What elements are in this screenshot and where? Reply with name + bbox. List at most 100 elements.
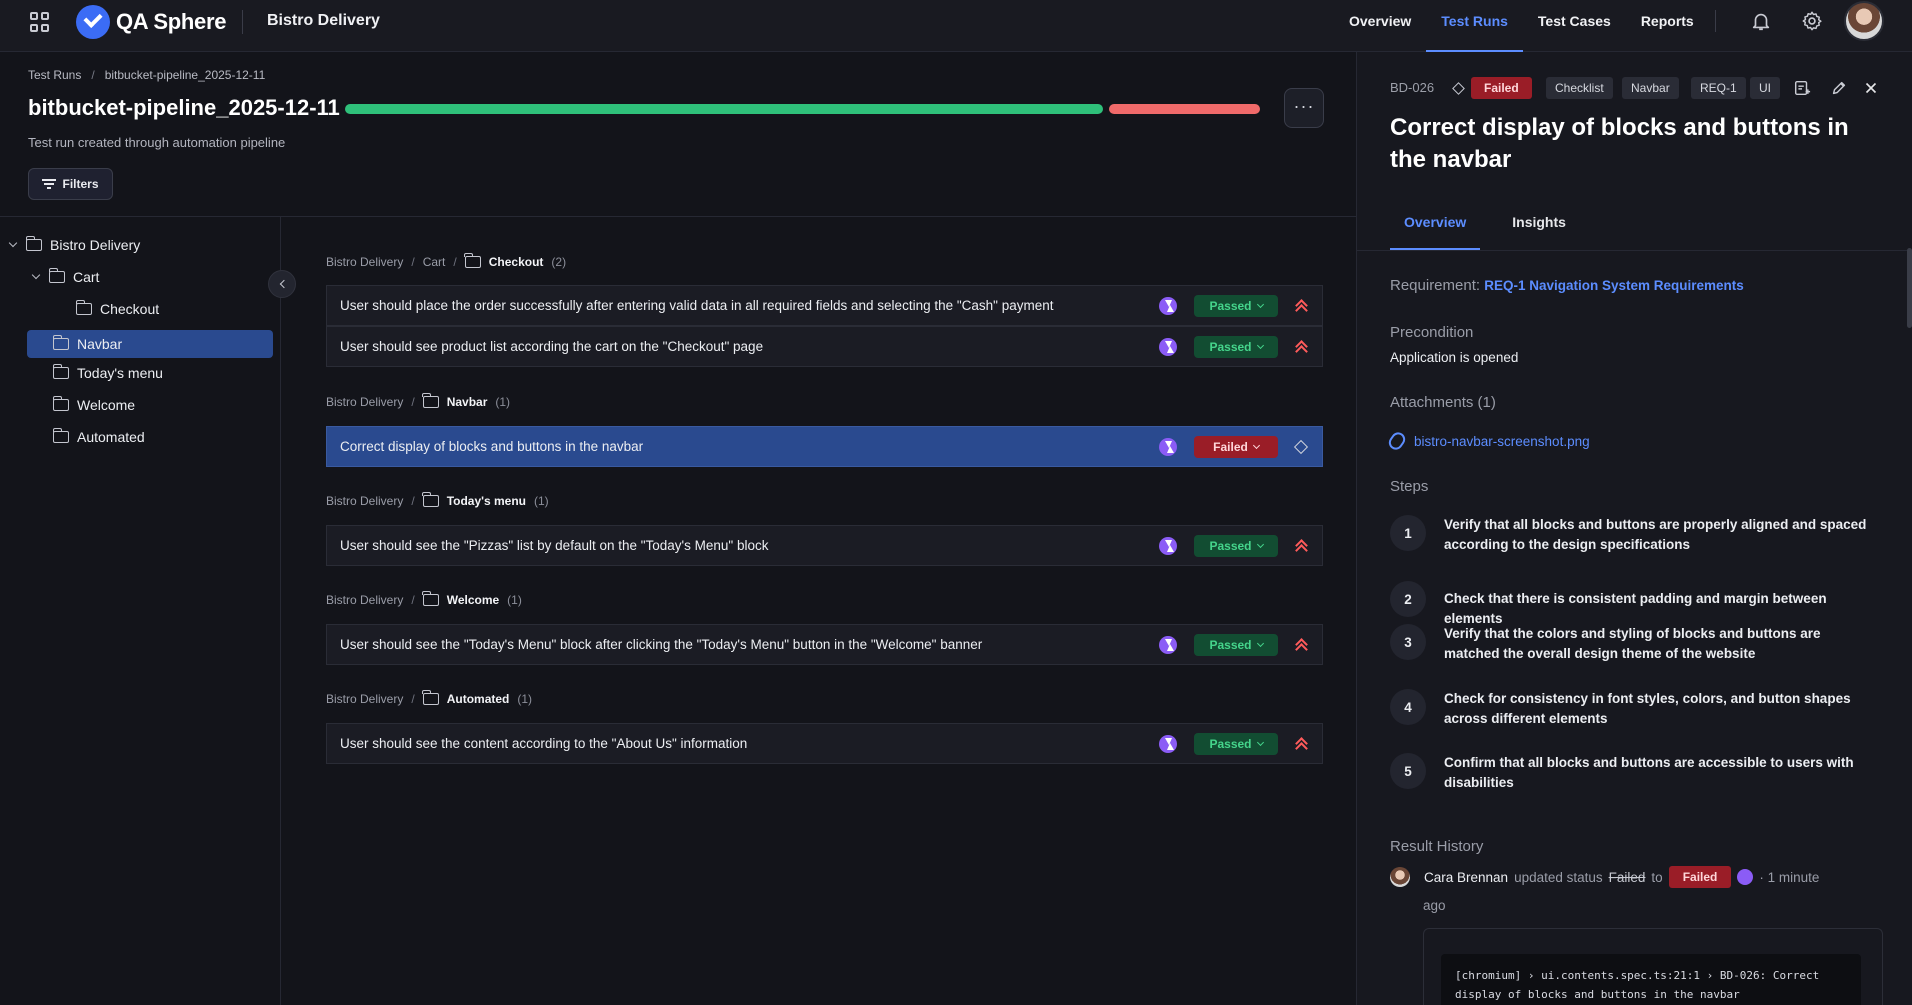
group-path-root[interactable]: Bistro Delivery bbox=[326, 692, 403, 706]
panel-scrollbar[interactable] bbox=[1907, 248, 1912, 328]
group-folder-name: Welcome bbox=[446, 593, 500, 607]
folder-tree: Bistro Delivery Cart Checkout Navbar Tod… bbox=[0, 217, 281, 1005]
chevron-down-icon bbox=[1256, 300, 1264, 309]
priority-high-icon bbox=[1294, 298, 1308, 314]
status-dropdown[interactable]: Passed bbox=[1194, 336, 1278, 358]
more-options-button[interactable]: ··· bbox=[1284, 88, 1324, 128]
nav-reports[interactable]: Reports bbox=[1626, 0, 1709, 52]
group-path-root[interactable]: Bistro Delivery bbox=[326, 593, 403, 607]
history-user: Cara Brennan bbox=[1424, 869, 1509, 885]
qa-sphere-logo[interactable]: QA Sphere bbox=[76, 5, 226, 39]
automation-bolt-icon bbox=[1159, 438, 1177, 456]
tree-item-checkout[interactable]: Checkout bbox=[75, 295, 266, 323]
user-avatar[interactable] bbox=[1844, 1, 1884, 41]
separator: / bbox=[411, 692, 415, 706]
run-progress-bar bbox=[345, 104, 1260, 114]
tree-item-todays-menu[interactable]: Today's menu bbox=[52, 359, 263, 387]
test-case-row[interactable]: User should see product list according t… bbox=[326, 326, 1323, 367]
separator: / bbox=[411, 395, 415, 409]
apps-grid-icon[interactable] bbox=[30, 12, 50, 32]
logo-text: QA Sphere bbox=[116, 9, 227, 34]
requirement-label: Requirement: bbox=[1390, 277, 1481, 294]
status-label: Passed bbox=[1209, 737, 1252, 751]
test-case-row[interactable]: User should see the "Today's Menu" block… bbox=[326, 624, 1323, 665]
qa-sphere-logo-icon bbox=[76, 5, 110, 39]
priority-high-icon bbox=[1294, 637, 1308, 653]
step-text: Verify that all blocks and buttons are p… bbox=[1444, 517, 1867, 552]
status-dropdown[interactable]: Passed bbox=[1194, 733, 1278, 755]
step-text: Check that there is consistent padding a… bbox=[1444, 591, 1827, 626]
tree-item-label: Checkout bbox=[100, 301, 160, 317]
bell-icon[interactable] bbox=[1750, 10, 1772, 32]
main-nav: Overview Test Runs Test Cases Reports bbox=[1334, 0, 1709, 52]
status-label: Passed bbox=[1209, 299, 1252, 313]
filters-button[interactable]: Filters bbox=[28, 168, 113, 200]
gear-icon[interactable] bbox=[1801, 10, 1823, 32]
status-label: Passed bbox=[1209, 638, 1252, 652]
group-count: (1) bbox=[534, 494, 549, 508]
tree-item-cart[interactable]: Cart bbox=[31, 263, 271, 291]
nav-test-cases[interactable]: Test Cases bbox=[1523, 0, 1626, 52]
group-path-cart[interactable]: Cart bbox=[423, 255, 446, 269]
nav-test-runs[interactable]: Test Runs bbox=[1426, 0, 1523, 52]
test-case-row[interactable]: User should see the content according to… bbox=[326, 723, 1323, 764]
step-number: 3 bbox=[1390, 624, 1426, 660]
priority-high-icon bbox=[1294, 736, 1308, 752]
tag-checklist[interactable]: Checklist bbox=[1546, 77, 1613, 99]
test-case-row-selected[interactable]: Correct display of blocks and buttons in… bbox=[326, 426, 1323, 467]
folder-icon bbox=[52, 396, 69, 411]
step-item: 2 Check that there is consistent padding… bbox=[1390, 581, 1874, 629]
attachment-file-link[interactable]: bistro-navbar-screenshot.png bbox=[1414, 434, 1590, 449]
paperclip-icon bbox=[1386, 429, 1408, 453]
tag-navbar[interactable]: Navbar bbox=[1622, 77, 1679, 99]
breadcrumb-test-runs[interactable]: Test Runs bbox=[28, 68, 81, 82]
tree-item-automated[interactable]: Automated bbox=[52, 423, 263, 451]
group-count: (1) bbox=[517, 692, 533, 706]
step-text: Verify that the colors and styling of bl… bbox=[1444, 626, 1821, 661]
group-path-root[interactable]: Bistro Delivery bbox=[326, 494, 403, 508]
step-number: 2 bbox=[1390, 581, 1426, 617]
status-dropdown[interactable]: Passed bbox=[1194, 295, 1278, 317]
folder-icon bbox=[25, 236, 42, 251]
close-icon[interactable] bbox=[1862, 79, 1880, 97]
edit-pencil-icon[interactable] bbox=[1830, 79, 1848, 97]
group-breadcrumb-welcome: Bistro Delivery / Welcome (1) bbox=[326, 591, 522, 607]
automation-bolt-icon bbox=[1159, 338, 1177, 356]
status-label: Failed bbox=[1213, 440, 1248, 454]
group-folder-name: Automated bbox=[446, 692, 510, 706]
history-to-status: Failed bbox=[1668, 866, 1732, 888]
attachment-item[interactable]: bistro-navbar-screenshot.png bbox=[1386, 429, 1590, 453]
test-case-row[interactable]: User should see the "Pizzas" list by def… bbox=[326, 525, 1323, 566]
folder-icon bbox=[52, 335, 69, 350]
tag-ui[interactable]: UI bbox=[1750, 77, 1780, 99]
tag-req-1[interactable]: REQ-1 bbox=[1691, 77, 1746, 99]
folder-icon bbox=[422, 492, 439, 507]
group-path-root[interactable]: Bistro Delivery bbox=[326, 395, 403, 409]
tree-item-bistro-delivery[interactable]: Bistro Delivery bbox=[8, 231, 278, 259]
automation-bolt-icon bbox=[1159, 537, 1177, 555]
tree-item-welcome[interactable]: Welcome bbox=[52, 391, 263, 419]
group-path-root[interactable]: Bistro Delivery bbox=[326, 255, 403, 269]
status-dropdown[interactable]: Passed bbox=[1194, 634, 1278, 656]
test-case-row[interactable]: User should place the order successfully… bbox=[326, 285, 1323, 326]
tree-item-navbar[interactable]: Navbar bbox=[27, 330, 273, 358]
group-folder-name: Checkout bbox=[488, 255, 544, 269]
status-dropdown[interactable]: Passed bbox=[1194, 535, 1278, 557]
group-breadcrumb-automated: Bistro Delivery / Automated (1) bbox=[326, 690, 533, 706]
tab-insights[interactable]: Insights bbox=[1498, 214, 1580, 250]
project-name[interactable]: Bistro Delivery bbox=[267, 12, 380, 30]
nav-overview[interactable]: Overview bbox=[1334, 0, 1426, 52]
chevron-down-icon[interactable] bbox=[31, 272, 41, 282]
step-number: 1 bbox=[1390, 515, 1426, 551]
folder-icon bbox=[464, 253, 481, 268]
attachments-label: Attachments (1) bbox=[1390, 394, 1496, 411]
status-dropdown[interactable]: Failed bbox=[1194, 436, 1278, 458]
tab-overview[interactable]: Overview bbox=[1390, 214, 1481, 250]
separator: / bbox=[411, 255, 415, 269]
log-output: [chromium] › ui.contents.spec.ts:21:1 › … bbox=[1441, 954, 1861, 1005]
requirement-link[interactable]: REQ-1 Navigation System Requirements bbox=[1484, 278, 1744, 293]
chevron-down-icon[interactable] bbox=[8, 240, 18, 250]
collapse-sidebar-button[interactable] bbox=[268, 270, 296, 298]
add-result-icon[interactable] bbox=[1793, 79, 1811, 97]
nav-divider bbox=[242, 10, 243, 34]
